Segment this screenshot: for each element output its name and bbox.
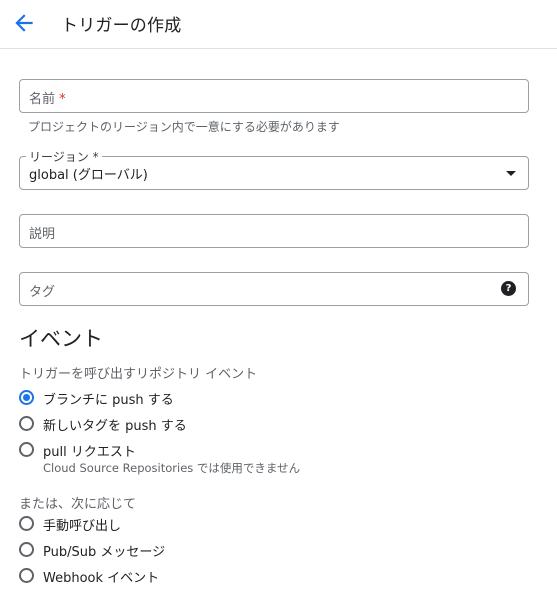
radio-webhook-label[interactable]: Webhook イベント	[43, 567, 159, 586]
radio-branch-push-label[interactable]: ブランチに push する	[43, 389, 174, 408]
description-field[interactable]: 説明	[19, 214, 529, 248]
name-field[interactable]: 名前 *	[19, 79, 529, 113]
region-label: リージョン *	[26, 148, 102, 165]
name-placeholder: 名前 *	[29, 92, 66, 107]
radio-pull-request-label[interactable]: pull リクエスト	[43, 441, 136, 460]
pull-request-note: Cloud Source Repositories では使用できません	[43, 461, 301, 475]
region-value: global (グローバル)	[29, 168, 148, 183]
dropdown-arrow-icon	[506, 171, 516, 176]
required-mark: *	[59, 92, 66, 107]
radio-tag-push-label[interactable]: 新しいタグを push する	[43, 415, 187, 434]
radio-manual-label[interactable]: 手動呼び出し	[43, 515, 121, 534]
back-arrow-icon[interactable]	[11, 10, 37, 36]
radio-branch-push[interactable]	[19, 390, 34, 405]
radio-tag-push[interactable]	[19, 416, 34, 431]
help-icon[interactable]: ?	[501, 281, 516, 296]
radio-manual[interactable]	[19, 516, 34, 531]
or-label: または、次に応じて	[19, 497, 137, 512]
tags-field[interactable]: タグ ?	[19, 272, 529, 306]
region-select[interactable]: リージョン * global (グローバル)	[19, 148, 529, 190]
page-title: トリガーの作成	[61, 16, 182, 36]
repo-events-label: トリガーを呼び出すリポジトリ イベント	[19, 367, 258, 382]
description-placeholder: 説明	[29, 227, 56, 242]
name-hint: プロジェクトのリージョン内で一意にする必要があります	[28, 120, 340, 134]
radio-pull-request[interactable]	[19, 442, 34, 457]
page-header: トリガーの作成	[0, 0, 557, 49]
tags-placeholder: タグ	[29, 285, 56, 300]
radio-webhook[interactable]	[19, 568, 34, 583]
event-section-title: イベント	[19, 327, 103, 351]
radio-pubsub-label[interactable]: Pub/Sub メッセージ	[43, 541, 165, 560]
radio-pubsub[interactable]	[19, 542, 34, 557]
